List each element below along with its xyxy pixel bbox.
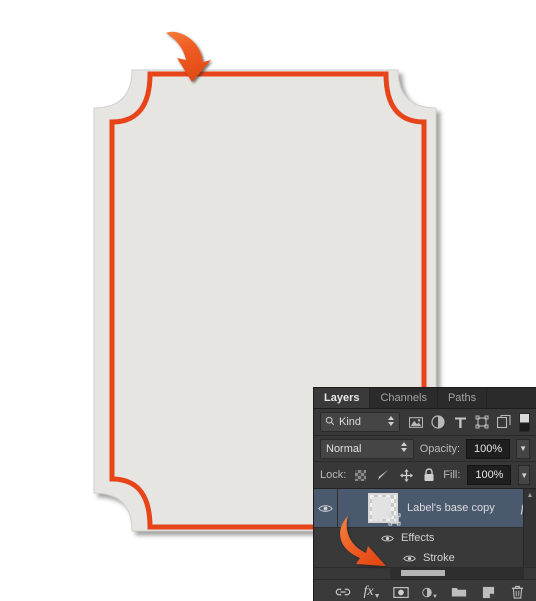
delete-layer-button[interactable] [509,584,525,600]
stroke-effect-label[interactable]: Stroke [423,552,455,564]
layer-filter-row[interactable]: Kind [314,409,536,436]
hscroll-thumb[interactable] [401,570,445,576]
add-layer-style-button[interactable]: fx ▼ [363,584,380,600]
fill-dropdown-arrow[interactable]: ▼ [518,465,530,485]
layer-thumbnail[interactable] [368,493,401,526]
layers-panel-footer[interactable]: fx ▼ ▼ [314,579,536,601]
smart-object-filter-icon[interactable] [496,414,512,430]
layers-panel[interactable]: Layers Channels Paths Kind Normal Opacit… [314,388,536,601]
new-group-button[interactable] [451,584,467,600]
lock-label: Lock: [320,469,347,481]
filter-type-buttons[interactable] [408,414,513,430]
layer-visibility-toggle[interactable] [314,489,338,527]
stroke-visibility-toggle[interactable] [402,554,416,563]
lock-row[interactable]: Lock: Fill: 100% ▼ [314,462,536,489]
layer-name[interactable]: Label's base copy [407,502,521,514]
effects-visibility-toggle[interactable] [380,534,394,543]
opacity-label: Opacity: [419,442,461,455]
effects-group-label[interactable]: Effects [401,532,434,544]
eye-icon [380,535,394,541]
type-layer-filter-icon[interactable] [452,414,468,430]
lock-image-pixels-icon[interactable] [376,468,390,482]
list-item[interactable]: Effects [314,528,536,548]
updown-stepper-icon[interactable] [387,415,395,430]
tab-paths[interactable]: Paths [438,388,488,408]
panel-tabstrip[interactable]: Layers Channels Paths [314,388,536,409]
scroll-up-arrow-icon[interactable]: ▲ [524,489,536,501]
link-layers-button[interactable] [335,584,351,600]
opacity-dropdown-arrow[interactable]: ▼ [516,438,530,459]
lock-all-icon[interactable] [422,468,436,482]
vector-mask-badge-icon [388,513,401,526]
pixel-layer-filter-icon[interactable] [408,414,424,430]
new-layer-button[interactable] [480,584,496,600]
add-layer-mask-button[interactable] [393,584,409,600]
search-icon [325,416,335,429]
tab-layers[interactable]: Layers [314,388,371,408]
chevron-updown-icon[interactable] [400,441,408,456]
filter-enable-toggle-icon[interactable] [519,412,530,432]
blend-mode-value: Normal [326,442,362,455]
lock-buttons[interactable] [353,468,436,482]
list-item[interactable]: Stroke [314,548,536,567]
filter-kind-select[interactable]: Kind [320,412,400,432]
blend-mode-row[interactable]: Normal Opacity: 100% ▼ [314,436,536,462]
fill-input[interactable]: 100% [467,465,512,485]
opacity-input[interactable]: 100% [466,438,511,459]
fill-label: Fill: [443,469,461,481]
tabstrip-filler [487,388,536,408]
blend-mode-select[interactable]: Normal [320,438,414,459]
lock-position-icon[interactable] [399,468,413,482]
layer-list-hscrollbar[interactable] [314,567,536,579]
eye-icon [402,555,416,561]
tab-channels[interactable]: Channels [370,388,438,408]
lock-transparent-pixels-icon[interactable] [353,468,367,482]
table-row[interactable]: Label's base copy fx [314,489,536,528]
layer-list[interactable]: Label's base copy fx Effects Stroke [314,489,536,567]
shape-layer-filter-icon[interactable] [474,414,490,430]
adjustment-layer-filter-icon[interactable] [430,414,446,430]
eye-icon [318,504,333,512]
filter-kind-label: Kind [339,416,362,428]
new-fill-adjustment-button[interactable]: ▼ [422,584,438,600]
layer-list-scrollbar[interactable]: ▲ [523,489,536,567]
